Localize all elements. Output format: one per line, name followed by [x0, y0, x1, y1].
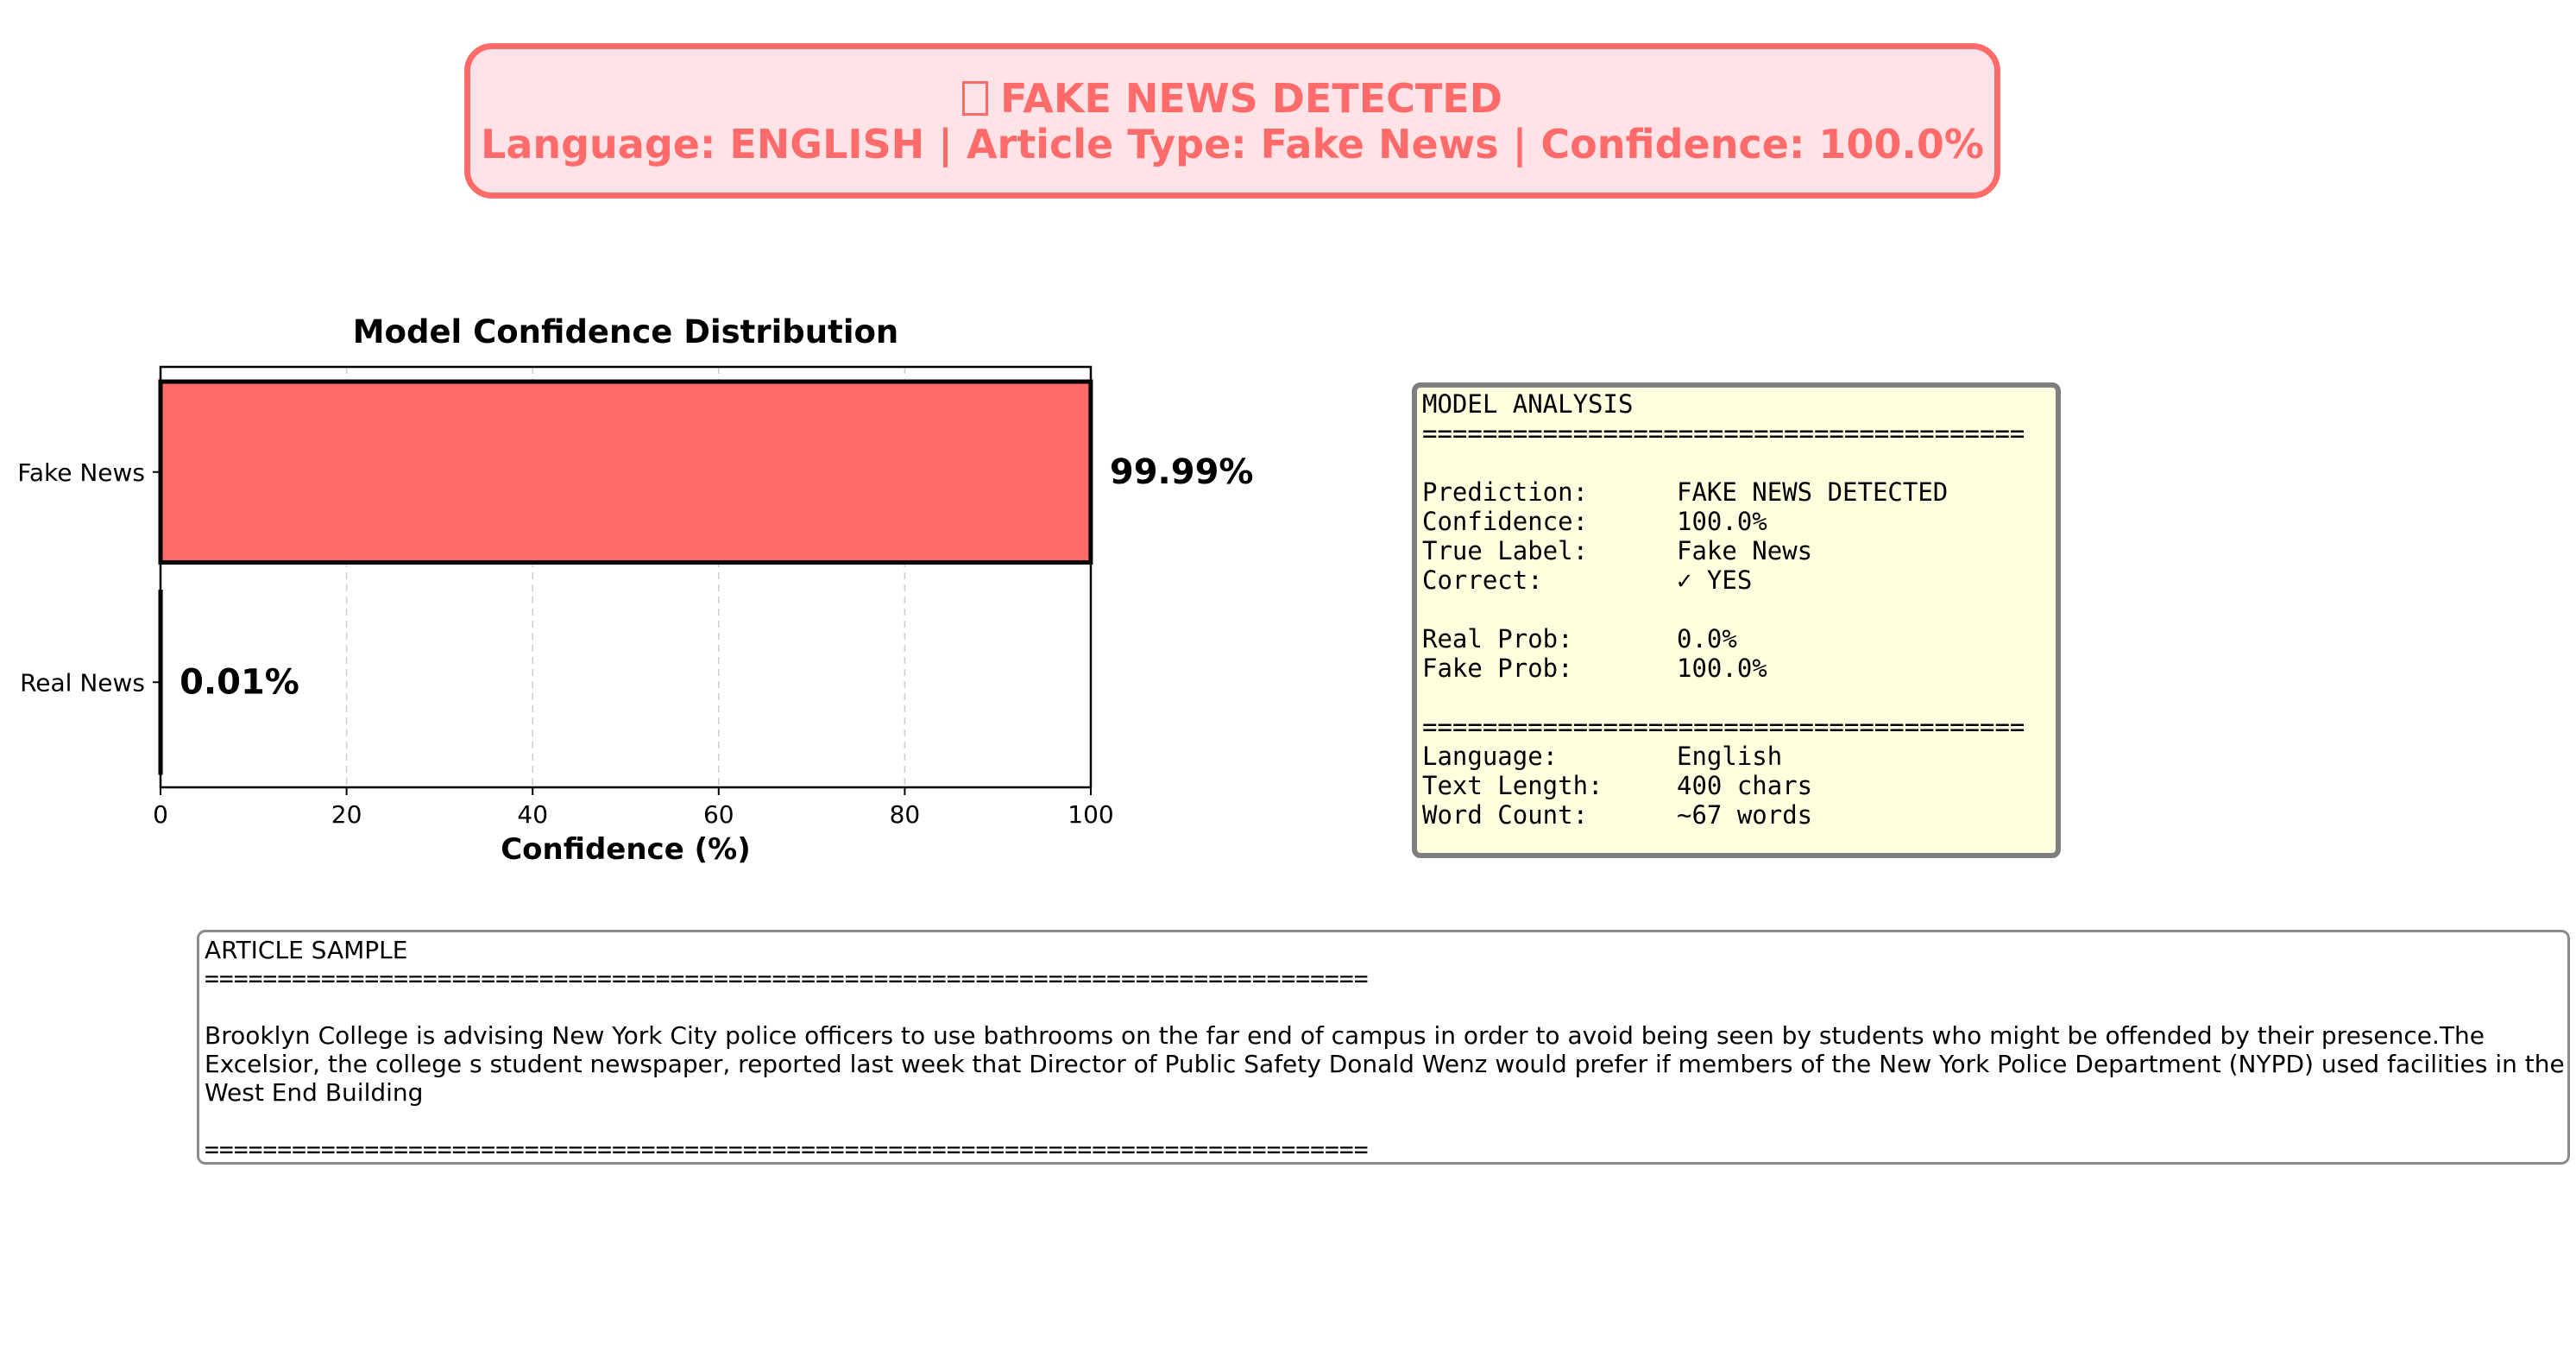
analysis-value: ✓ YES [1677, 565, 1753, 595]
analysis-key: Real Prob: [1422, 624, 1573, 654]
analysis-row-fake-prob: Fake Prob: 100.0% [1422, 654, 2056, 683]
x-tick-label: 0 [153, 800, 168, 829]
bar-fake-news [158, 379, 1093, 565]
analysis-value: ~67 words [1677, 800, 1813, 830]
analysis-key: Confidence: [1422, 507, 1589, 536]
analysis-value: 100.0% [1677, 507, 1767, 536]
article-sample-panel: ARTICLE SAMPLE =========================… [197, 930, 2570, 1165]
x-axis-label: Confidence (%) [501, 832, 751, 867]
analysis-key: Text Length: [1422, 771, 1603, 800]
banner-subtitle: Language: ENGLISH | Article Type: Fake N… [481, 121, 1984, 167]
data-label: 0.01% [180, 662, 299, 702]
x-tick-label: 20 [331, 800, 362, 829]
article-separator: ========================================… [205, 964, 1369, 993]
analysis-value: English [1677, 742, 1783, 771]
analysis-row-word-count: Word Count: ~67 words [1422, 800, 2056, 830]
analysis-value: FAKE NEWS DETECTED [1677, 477, 1949, 507]
banner-title-text: FAKE NEWS DETECTED [1000, 75, 1502, 122]
x-tick-label: 60 [703, 800, 734, 829]
analysis-separator: ======================================== [1422, 712, 2025, 742]
analysis-title: MODEL ANALYSIS [1422, 389, 1634, 419]
analysis-row-real-prob: Real Prob: 0.0% [1422, 624, 2056, 654]
x-tick-label: 80 [890, 800, 921, 829]
chart-title: Model Confidence Distribution [353, 313, 899, 350]
analysis-value: 100.0% [1677, 654, 1767, 683]
y-tick-label: Real News [20, 668, 145, 697]
article-title: ARTICLE SAMPLE [205, 936, 408, 964]
analysis-key: Prediction: [1422, 477, 1589, 507]
article-text: Brooklyn College is advising New York Ci… [205, 1021, 2565, 1107]
data-label: 99.99% [1110, 452, 1254, 492]
confidence-chart: Model Confidence Distribution Fake News 99… [17, 313, 1254, 867]
analysis-key: Correct: [1422, 565, 1543, 595]
model-analysis-panel: MODEL ANALYSIS =========================… [1412, 382, 2061, 858]
blank-row [1422, 448, 2056, 477]
analysis-key: True Label: [1422, 536, 1589, 565]
analysis-row-correct: Correct: ✓ YES [1422, 565, 2056, 595]
analysis-row-true-label: True Label: Fake News [1422, 536, 2056, 565]
analysis-row-text-length: Text Length: 400 chars [1422, 771, 2056, 800]
y-tick-label: Fake News [17, 458, 145, 487]
x-tick-label: 100 [1068, 800, 1113, 829]
analysis-key: Fake Prob: [1422, 654, 1573, 683]
blank-row [1422, 595, 2056, 624]
analysis-value: Fake News [1677, 536, 1813, 565]
warning-icon [962, 81, 989, 116]
blank-row [1422, 683, 2056, 712]
x-tick-label: 40 [517, 800, 548, 829]
analysis-value: 0.0% [1677, 624, 1737, 654]
analysis-value: 400 chars [1677, 771, 1813, 800]
analysis-separator: ======================================== [1422, 419, 2025, 448]
result-banner: FAKE NEWS DETECTED Language: ENGLISH | A… [464, 43, 2000, 199]
analysis-row-confidence: Confidence: 100.0% [1422, 507, 2056, 536]
analysis-key: Word Count: [1422, 800, 1589, 830]
analysis-key: Language: [1422, 742, 1559, 771]
article-separator: ========================================… [205, 1135, 1369, 1164]
analysis-row-prediction: Prediction: FAKE NEWS DETECTED [1422, 477, 2056, 507]
analysis-row-language: Language: English [1422, 742, 2056, 771]
banner-title: FAKE NEWS DETECTED [470, 75, 1994, 122]
